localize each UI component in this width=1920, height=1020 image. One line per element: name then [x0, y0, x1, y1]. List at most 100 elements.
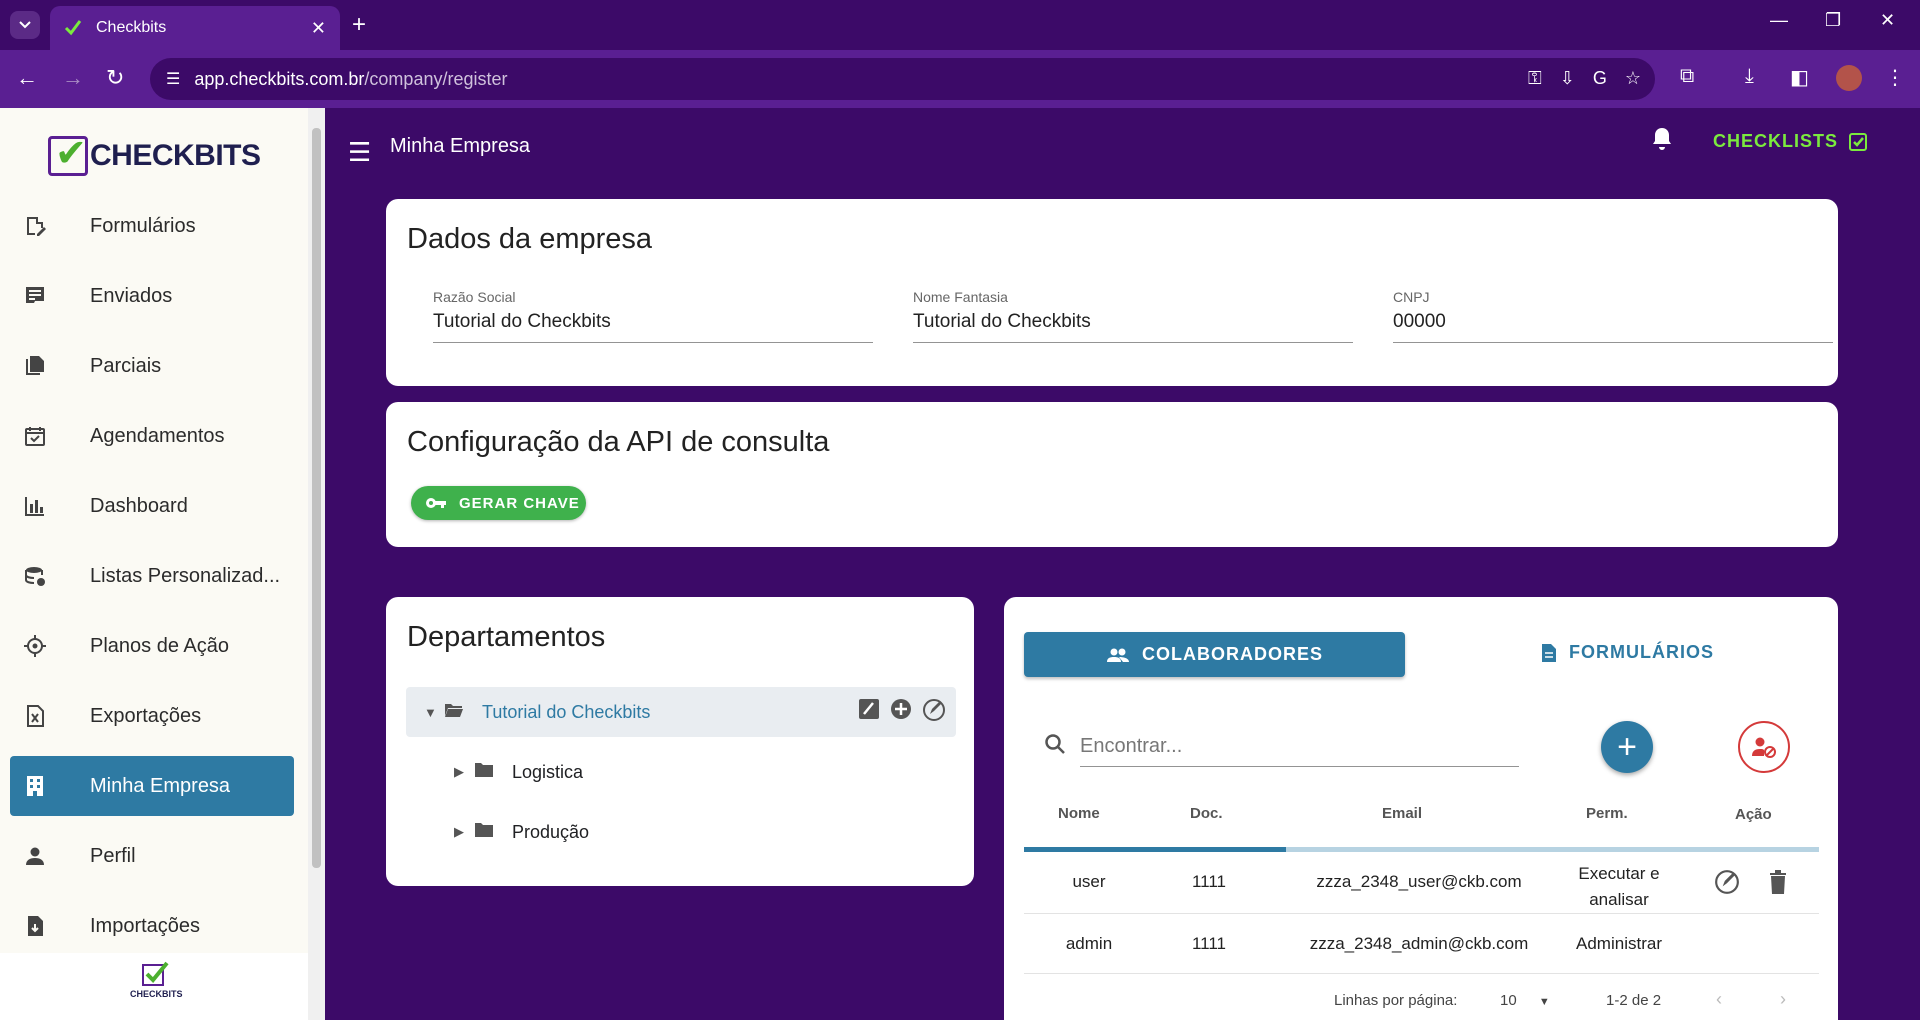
- sidebar-item-formularios[interactable]: Formulários: [10, 196, 294, 256]
- new-tab-button[interactable]: +: [352, 12, 366, 38]
- key-icon: [426, 498, 446, 508]
- rows-per-page-value: 10: [1500, 992, 1517, 1009]
- downloads-icon[interactable]: ⤓: [1745, 65, 1754, 88]
- sidebar-item-label: Minha Empresa: [90, 774, 231, 797]
- sidebar-item-minha-empresa[interactable]: Minha Empresa: [10, 756, 294, 816]
- cell-doc: 1111: [1191, 872, 1227, 891]
- database-icon: [22, 563, 48, 589]
- tab-formularios[interactable]: FORMULÁRIOS: [1541, 642, 1714, 663]
- browser-menu-icon[interactable]: ⋮: [1885, 65, 1905, 90]
- generate-key-button[interactable]: GERAR CHAVE: [411, 486, 586, 520]
- caret-right-icon[interactable]: ▶: [454, 764, 474, 780]
- cell-name: admin: [1065, 934, 1113, 953]
- field-label: Razão Social: [433, 289, 516, 305]
- chevron-down-icon: [19, 21, 31, 29]
- edit-circle-icon[interactable]: [922, 698, 946, 728]
- sidebar-item-exportacoes[interactable]: Exportações: [10, 686, 294, 746]
- tab-colaboradores[interactable]: COLABORADORES: [1024, 632, 1405, 677]
- tree-node-child[interactable]: ▶ Logistica: [436, 747, 936, 797]
- blocked-users-button[interactable]: [1738, 721, 1790, 773]
- url-path: /company/register: [364, 68, 508, 89]
- column-header[interactable]: Email: [1382, 805, 1422, 822]
- prev-page-button[interactable]: ‹: [1716, 989, 1722, 1010]
- extensions-icon[interactable]: ⧉: [1680, 65, 1694, 88]
- hamburger-menu-icon[interactable]: ☰: [348, 137, 371, 168]
- nome-fantasia-field[interactable]: Nome Fantasia Tutorial do Checkbits: [913, 289, 1353, 343]
- tab-label: FORMULÁRIOS: [1569, 642, 1714, 662]
- file-import-icon: [22, 913, 48, 939]
- column-header[interactable]: Perm.: [1586, 805, 1628, 822]
- translate-icon[interactable]: G: [1593, 68, 1607, 89]
- sidebar-item-dashboard[interactable]: Dashboard: [10, 476, 294, 536]
- search-input[interactable]: [1080, 727, 1519, 767]
- sent-list-icon: [22, 283, 48, 309]
- api-config-card: Configuração da API de consulta GERAR CH…: [386, 402, 1838, 547]
- calendar-check-icon: [22, 423, 48, 449]
- back-button[interactable]: ←: [16, 65, 38, 91]
- caret-right-icon[interactable]: ▶: [454, 824, 474, 840]
- sidebar-item-perfil[interactable]: Perfil: [10, 826, 294, 886]
- team-card: COLABORADORES FORMULÁRIOS + Nome Doc. Em…: [1004, 597, 1838, 1020]
- bar-chart-icon: [22, 493, 48, 519]
- search-bar: [1044, 727, 1519, 767]
- trash-icon[interactable]: [1768, 869, 1788, 900]
- logo-text: CHECKBITS: [90, 139, 261, 172]
- browser-toolbar: ← → ↻ ☰ app.checkbits.com.br/company/reg…: [0, 50, 1920, 108]
- sidebar-scrollbar[interactable]: [308, 108, 325, 1020]
- reload-button[interactable]: ↻: [106, 65, 124, 91]
- razao-social-field[interactable]: Razão Social Tutorial do Checkbits: [433, 289, 873, 343]
- close-tab-icon[interactable]: ✕: [311, 18, 326, 39]
- add-subdepartment-icon[interactable]: [890, 698, 912, 728]
- person-icon: [22, 843, 48, 869]
- sidebar-item-parciais[interactable]: Parciais: [10, 336, 294, 396]
- check-mark-icon: ✔: [55, 133, 87, 175]
- table-row[interactable]: admin 1111 zzza_2348_admin@ckb.com Admin…: [1024, 914, 1819, 974]
- close-window-button[interactable]: ✕: [1880, 10, 1895, 31]
- partial-docs-icon: [22, 353, 48, 379]
- cell-perm: Administrar: [1576, 934, 1662, 953]
- pagination-range: 1-2 de 2: [1606, 992, 1662, 1009]
- company-data-card: Dados da empresa Razão Social Tutorial d…: [386, 199, 1838, 386]
- cnpj-field[interactable]: CNPJ 00000: [1393, 289, 1833, 343]
- minimize-window-button[interactable]: —: [1770, 10, 1788, 31]
- bookmark-star-icon[interactable]: ☆: [1625, 68, 1641, 89]
- profile-avatar[interactable]: [1836, 65, 1862, 91]
- password-key-icon[interactable]: ⚿: [1528, 68, 1542, 89]
- checkbox-checked-icon: [1849, 132, 1868, 151]
- field-value: Tutorial do Checkbits: [913, 311, 1091, 332]
- rename-icon[interactable]: [858, 698, 880, 728]
- rows-per-page-select[interactable]: 10 ▼: [1500, 992, 1550, 1009]
- browser-tab[interactable]: Checkbits ✕: [50, 6, 340, 50]
- checklists-link[interactable]: CHECKLISTS: [1713, 131, 1868, 152]
- table-row[interactable]: user 1111 zzza_2348_user@ckb.com Executa…: [1024, 852, 1819, 914]
- add-collaborator-button[interactable]: +: [1601, 721, 1653, 773]
- column-header[interactable]: Doc.: [1190, 805, 1223, 822]
- tab-label: COLABORADORES: [1141, 644, 1323, 664]
- site-info-icon[interactable]: ☰: [166, 69, 180, 89]
- sidebar-item-listas[interactable]: Listas Personalizad...: [10, 546, 294, 606]
- sidebar-item-planos[interactable]: Planos de Ação: [10, 616, 294, 676]
- notifications-bell-icon[interactable]: [1650, 126, 1674, 159]
- search-icon: [1044, 733, 1066, 761]
- install-app-icon[interactable]: ⇩: [1560, 68, 1575, 89]
- footer-logo-text: CHECKBITS: [130, 989, 183, 999]
- address-bar[interactable]: ☰ app.checkbits.com.br/company/register …: [150, 58, 1655, 100]
- next-page-button[interactable]: ›: [1780, 989, 1786, 1010]
- sidebar-item-agendamentos[interactable]: Agendamentos: [10, 406, 294, 466]
- tree-node-child[interactable]: ▶ Produção: [436, 807, 936, 857]
- sidebar-item-importacoes[interactable]: Importações: [10, 896, 294, 956]
- people-icon: [1106, 648, 1129, 662]
- restore-window-button[interactable]: ❐: [1825, 10, 1841, 31]
- tree-node-root[interactable]: ▼ Tutorial do Checkbits: [406, 687, 956, 737]
- cell-email: zzza_2348_admin@ckb.com: [1309, 934, 1529, 953]
- forward-button[interactable]: →: [62, 65, 84, 91]
- column-header[interactable]: Nome: [1058, 805, 1100, 822]
- sidebar-item-enviados[interactable]: Enviados: [10, 266, 294, 326]
- side-panel-icon[interactable]: ◧: [1790, 65, 1809, 90]
- tab-search-button[interactable]: [10, 11, 40, 39]
- edit-circle-icon[interactable]: [1714, 869, 1740, 900]
- column-header: Ação: [1735, 806, 1772, 823]
- caret-down-icon[interactable]: ▼: [424, 705, 444, 720]
- sidebar-item-label: Exportações: [90, 704, 202, 727]
- checkbits-logo: ✔ CHECKBITS: [48, 133, 261, 176]
